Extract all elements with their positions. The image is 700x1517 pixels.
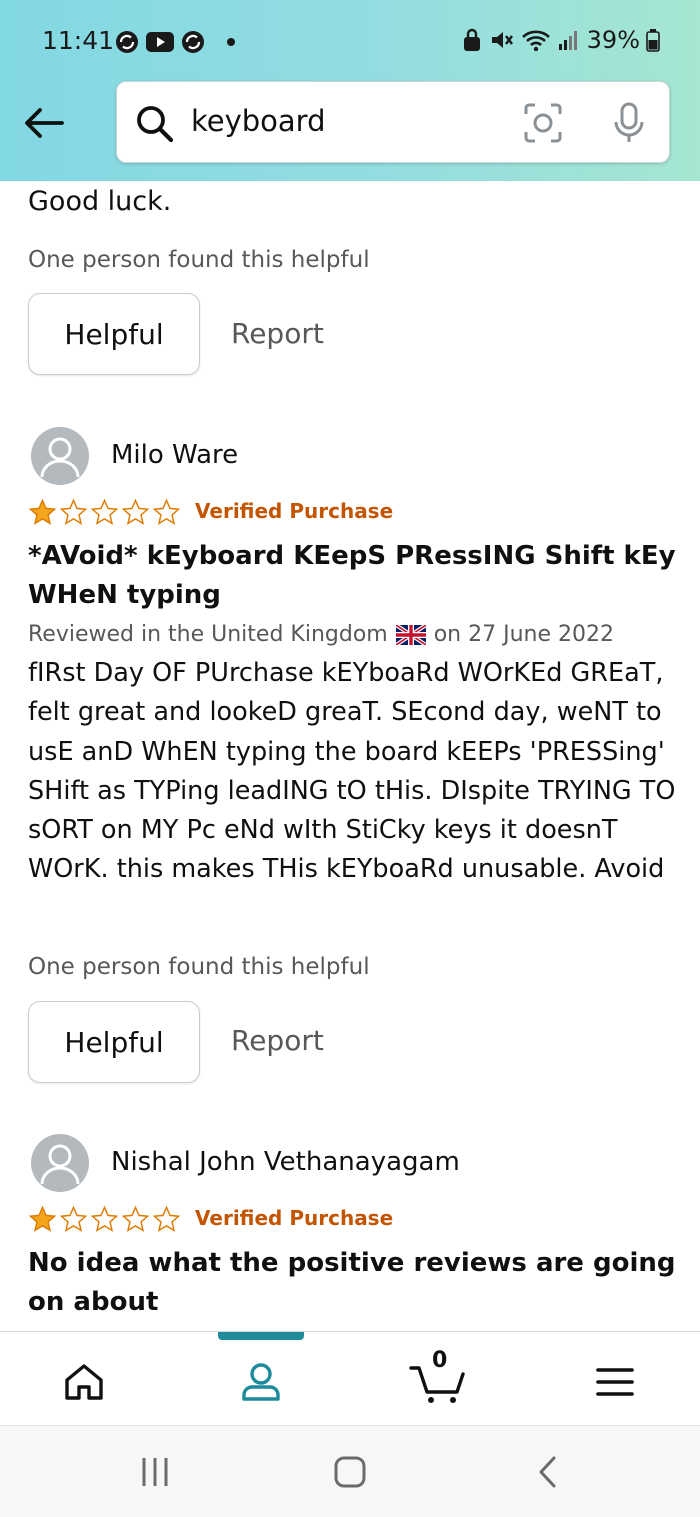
wifi-icon — [521, 30, 550, 52]
report-link[interactable]: Report — [231, 1024, 324, 1057]
star-empty-icon — [90, 1205, 119, 1232]
avatar — [31, 1134, 89, 1192]
reviews-list: Good luck. One person found this helpful… — [0, 181, 700, 1331]
verified-purchase-badge: Verified Purchase — [195, 1206, 394, 1230]
sync-icon — [116, 31, 138, 53]
back-button[interactable] — [18, 100, 70, 146]
verified-purchase-badge: Verified Purchase — [195, 499, 394, 523]
signal-icon — [558, 31, 577, 50]
reviewer-name: Nishal John Vethanayagam — [111, 1147, 460, 1177]
reviewer-name: Milo Ware — [111, 440, 239, 470]
system-navigation-bar — [0, 1425, 700, 1517]
avatar — [31, 427, 89, 485]
star-empty-icon — [152, 498, 181, 525]
user-silhouette-icon — [40, 437, 80, 478]
review-body: fIRst Day OF PUrchase kEYboaRd WOrKEd GR… — [28, 658, 676, 885]
sync-icon — [182, 31, 204, 53]
nav-cart[interactable]: 0 — [406, 1348, 470, 1410]
account-icon — [242, 1363, 280, 1401]
chevron-left-icon — [539, 1456, 556, 1488]
star-filled-icon — [28, 1205, 57, 1232]
search-icon — [137, 106, 174, 143]
previous-review-text: Good luck. — [28, 186, 172, 217]
status-bar: 11:41 39% — [0, 0, 700, 80]
home-square-icon — [334, 1456, 366, 1488]
recent-apps-button[interactable] — [135, 1454, 175, 1490]
active-tab-indicator — [218, 1332, 304, 1340]
home-system-button[interactable] — [330, 1454, 370, 1490]
report-link[interactable]: Report — [231, 317, 324, 350]
search-input[interactable]: keyboard — [191, 104, 326, 138]
review-title[interactable]: No idea what the positive reviews are go… — [28, 1244, 678, 1322]
star-empty-icon — [121, 1205, 150, 1232]
battery-percent: 39% — [586, 26, 640, 54]
back-arrow-icon — [25, 108, 64, 138]
lock-icon — [463, 28, 480, 51]
star-empty-icon — [121, 498, 150, 525]
nav-menu[interactable] — [585, 1354, 645, 1410]
search-bar[interactable]: keyboard — [116, 81, 670, 163]
star-empty-icon — [59, 498, 88, 525]
app-header: 11:41 39% keyboard — [0, 0, 700, 181]
star-rating — [28, 498, 181, 527]
helpful-count: One person found this helpful — [28, 247, 370, 273]
helpful-count: One person found this helpful — [28, 954, 370, 980]
star-empty-icon — [59, 1205, 88, 1232]
nav-home[interactable] — [54, 1354, 114, 1410]
review-meta: Reviewed in the United Kingdom on 27 Jun… — [28, 622, 614, 647]
youtube-icon — [146, 32, 174, 52]
star-filled-icon — [28, 498, 57, 525]
home-icon — [65, 1364, 103, 1400]
star-empty-icon — [90, 498, 119, 525]
status-time: 11:41 — [42, 26, 115, 55]
review-title[interactable]: *AVoid* kEyboard KEepS PRessING Shift kE… — [28, 537, 678, 615]
battery-icon — [646, 29, 660, 52]
camera-scan-icon[interactable] — [523, 102, 563, 144]
review-date: on 27 June 2022 — [433, 622, 614, 647]
user-silhouette-icon — [40, 1144, 80, 1185]
star-rating — [28, 1205, 181, 1234]
recent-apps-icon — [142, 1458, 168, 1486]
helpful-button[interactable]: Helpful — [28, 1001, 200, 1083]
bottom-navigation: 0 — [0, 1331, 700, 1425]
system-back-button[interactable] — [528, 1454, 568, 1490]
system-status-icons: 39% — [461, 26, 660, 54]
mute-icon — [491, 32, 513, 48]
microphone-icon[interactable] — [611, 102, 647, 144]
notification-icons — [114, 29, 240, 55]
uk-flag-icon — [395, 624, 426, 645]
dot-icon — [227, 38, 235, 46]
review-location: Reviewed in the United Kingdom — [28, 622, 388, 647]
star-empty-icon — [152, 1205, 181, 1232]
menu-icon — [596, 1368, 634, 1396]
cart-count: 0 — [432, 1348, 448, 1373]
nav-account[interactable] — [231, 1354, 291, 1410]
helpful-button[interactable]: Helpful — [28, 293, 200, 375]
